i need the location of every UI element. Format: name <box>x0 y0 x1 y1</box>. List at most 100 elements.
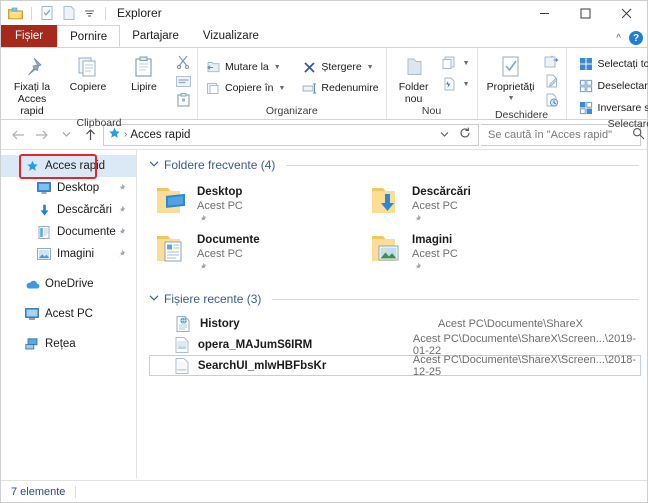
new-item-icon <box>442 55 458 71</box>
pin-icon[interactable] <box>412 213 471 227</box>
move-to-button[interactable]: Mutare la ▼ <box>202 57 288 77</box>
folder-tile-meta: Desktop Acest PC <box>197 182 243 227</box>
refresh-icon[interactable] <box>456 127 474 142</box>
chevron-down-icon[interactable]: ▼ <box>508 93 515 105</box>
qat-separator-2 <box>105 6 106 20</box>
sidebar-item-acces-rapid[interactable]: Acces rapid <box>1 155 136 177</box>
sidebar-item-descarcari[interactable]: Descărcări <box>1 199 136 221</box>
close-button[interactable] <box>606 1 647 25</box>
ribbon-group-clipboard: Fixați la Acces rapid Copiere Lipire Cli… <box>1 48 198 129</box>
sidebar-item-acest-pc[interactable]: Acest PC <box>1 303 136 325</box>
pin-icon[interactable] <box>116 205 126 218</box>
cut-icon[interactable] <box>173 53 193 71</box>
open-with-icon[interactable] <box>542 53 562 71</box>
chevron-down-icon[interactable]: ▼ <box>278 85 285 92</box>
sidebar-item-imagini[interactable]: Imagini <box>1 243 136 265</box>
tab-pornire[interactable]: Pornire <box>57 25 121 47</box>
downloads-icon <box>35 204 53 217</box>
folder-tile-descarcari[interactable]: Descărcări Acest PC <box>364 180 579 228</box>
ribbon-group-label-clipboard: Clipboard <box>76 117 122 129</box>
folder-tile-imagini[interactable]: Imagini Acest PC <box>364 228 579 276</box>
move-to-label: Mutare la <box>225 61 269 73</box>
folder-tile-meta: Descărcări Acest PC <box>412 182 471 227</box>
ribbon: Fixați la Acces rapid Copiere Lipire Cli… <box>1 47 648 130</box>
chevron-down-icon[interactable]: ▼ <box>367 64 374 71</box>
ribbon-group-label-nou: Nou <box>421 105 442 117</box>
pin-icon[interactable] <box>116 227 126 240</box>
chevron-up-icon[interactable]: ^ <box>616 33 621 44</box>
sidebar-gap-3 <box>1 325 136 333</box>
folder-tile-documente[interactable]: Documente Acest PC <box>149 228 364 276</box>
edit-icon[interactable] <box>542 72 562 90</box>
copy-to-icon <box>205 80 221 96</box>
easy-access-button[interactable]: ▼ <box>439 74 473 94</box>
sidebar-item-documente[interactable]: Documente <box>1 221 136 243</box>
pin-icon[interactable] <box>116 249 126 262</box>
frequent-folders-grid: Desktop Acest PC Descărcări Acest PC Doc… <box>149 180 579 276</box>
html-document-icon <box>172 315 194 332</box>
select-none-icon <box>578 78 594 94</box>
easy-access-icon <box>442 76 458 92</box>
history-icon[interactable] <box>542 91 562 109</box>
sidebar-item-retea[interactable]: Rețea <box>1 333 136 355</box>
invert-selection-button[interactable]: Inversare selecție <box>575 98 648 118</box>
folder-location: Acest PC <box>412 248 458 260</box>
paste-button[interactable]: Lipire <box>117 51 171 93</box>
paste-icon <box>133 53 155 81</box>
chevron-down-icon[interactable] <box>149 294 159 305</box>
pin-icon[interactable] <box>116 183 126 196</box>
properties-icon <box>500 53 522 81</box>
folder-downloads-icon <box>364 182 412 216</box>
pin-icon[interactable] <box>197 213 243 227</box>
minimize-button[interactable] <box>524 1 565 25</box>
copy-button[interactable]: Copiere <box>61 51 115 93</box>
customize-qat-icon[interactable] <box>81 5 98 22</box>
sidebar-item-onedrive[interactable]: OneDrive <box>1 273 136 295</box>
maximize-button[interactable] <box>565 1 606 25</box>
copy-to-button[interactable]: Copiere în ▼ <box>202 78 288 98</box>
file-name: SearchUI_mlwHBFbsKr <box>197 359 327 372</box>
properties-icon[interactable] <box>39 5 56 22</box>
delete-button[interactable]: Ștergere ▼ <box>298 57 381 77</box>
chevron-down-icon[interactable]: ▼ <box>463 60 470 67</box>
select-all-button[interactable]: Selectați tot <box>575 54 648 74</box>
file-name: opera_MAJumS6IRM <box>197 338 313 351</box>
properties-button[interactable]: Proprietăți ▼ <box>482 51 540 105</box>
folder-icon[interactable] <box>7 5 24 22</box>
paste-shortcut-icon[interactable] <box>173 91 193 109</box>
folder-tile-desktop[interactable]: Desktop Acest PC <box>149 180 364 228</box>
copy-path-icon[interactable] <box>173 72 193 90</box>
tab-vizualizare[interactable]: Vizualizare <box>191 25 271 47</box>
image-file-icon <box>172 357 192 374</box>
ribbon-group-deschidere: Proprietăți ▼ Deschidere <box>478 48 567 121</box>
pin-icon[interactable] <box>197 261 260 275</box>
pin-icon[interactable] <box>412 261 458 275</box>
tab-partajare[interactable]: Partajare <box>120 25 191 47</box>
help-icon[interactable]: ? <box>629 31 643 45</box>
breadcrumb-dropdown-icon[interactable] <box>436 130 453 140</box>
new-folder-icon[interactable] <box>60 5 77 22</box>
organize-col-2: Ștergere ▼ Redenumire <box>298 55 381 98</box>
delete-label: Ștergere <box>321 61 362 73</box>
sidebar-item-desktop[interactable]: Desktop <box>1 177 136 199</box>
chevron-down-icon[interactable] <box>149 160 159 171</box>
section-header-recent-files[interactable]: Fișiere recente (3) <box>149 290 647 308</box>
rename-button[interactable]: Redenumire <box>298 78 381 98</box>
star-icon <box>23 160 41 173</box>
file-row-opera[interactable]: opera_MAJumS6IRM Acest PC\Documente\Shar… <box>149 333 641 357</box>
copy-to-label: Copiere în <box>225 82 274 94</box>
file-row-searchui[interactable]: SearchUI_mlwHBFbsKr Acest PC\Documente\S… <box>149 354 641 378</box>
new-folder-button[interactable]: Folder nou <box>391 51 437 105</box>
select-none-button[interactable]: Deselectare totală <box>575 76 648 96</box>
properties-label: Proprietăți <box>486 81 535 93</box>
chevron-down-icon[interactable]: ▼ <box>463 81 470 88</box>
new-item-button[interactable]: ▼ <box>439 53 473 73</box>
tab-fisier[interactable]: Fișier <box>1 25 58 47</box>
section-header-frequent-folders[interactable]: Foldere frecvente (4) <box>149 156 647 174</box>
pin-to-quick-access-button[interactable]: Fixați la Acces rapid <box>5 51 59 117</box>
open-mini-buttons <box>542 51 562 109</box>
new-folder-icon <box>403 53 425 81</box>
recent-files-section: Fișiere recente (3) History Acest PC\Doc… <box>149 290 647 378</box>
file-row-history[interactable]: History Acest PC\Documente\ShareX <box>149 313 641 334</box>
chevron-down-icon[interactable]: ▼ <box>274 64 281 71</box>
